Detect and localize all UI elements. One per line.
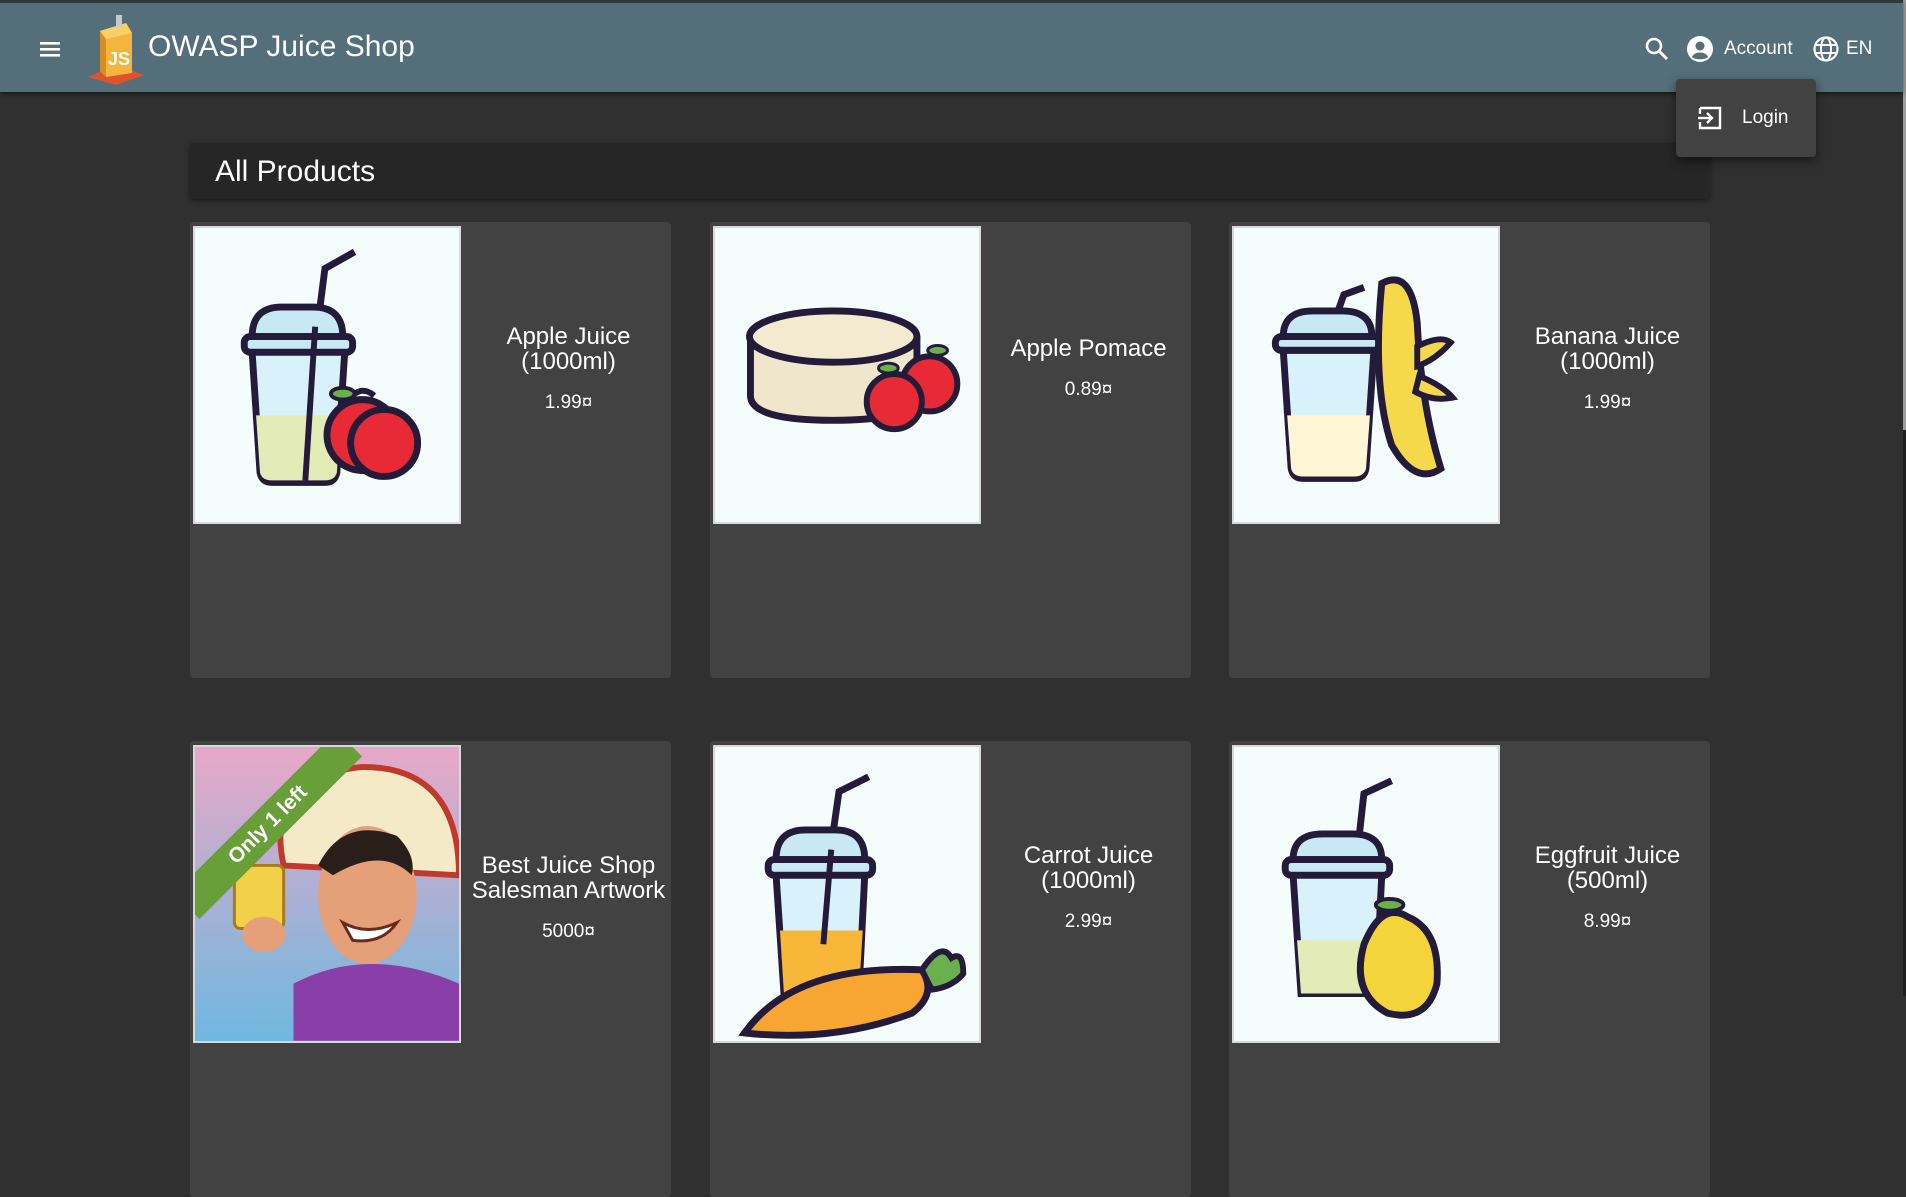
product-card-apple-juice[interactable]: Apple Juice (1000ml) 1.99¤ [190,222,671,678]
product-card-carrot-juice[interactable]: Carrot Juice (1000ml) 2.99¤ [710,741,1191,1197]
product-info: Apple Pomace 0.89¤ [986,336,1191,402]
product-name: Banana Juice (1000ml) [1534,323,1681,375]
search-button[interactable] [1644,36,1670,62]
product-price: 1.99¤ [544,392,593,413]
product-info: Carrot Juice (1000ml) 2.99¤ [986,843,1191,934]
product-card-banana-juice[interactable]: Banana Juice (1000ml) 1.99¤ [1229,222,1710,678]
account-button[interactable]: Account [1686,31,1793,67]
product-price: 0.89¤ [1064,379,1113,400]
product-name: Best Juice Shop Salesman Artwork [471,852,666,904]
globe-icon [1813,36,1839,62]
app-title[interactable]: OWASP Juice Shop [148,30,415,64]
login-menu-item[interactable]: Login [1676,79,1816,157]
product-info: Banana Juice (1000ml) 1.99¤ [1505,324,1710,415]
menu-icon [40,42,60,57]
page-title: All Products [215,155,376,188]
banana-juice-image [1232,226,1500,524]
product-name: Apple Juice (1000ml) [506,323,631,375]
top-toolbar: JS OWASP Juice Shop Account EN [0,0,1903,92]
product-card-apple-pomace[interactable]: Apple Pomace 0.89¤ [710,222,1191,678]
svg-text:JS: JS [108,49,130,69]
product-card-eggfruit-juice[interactable]: Eggfruit Juice (500ml) 8.99¤ [1229,741,1710,1197]
product-price: 2.99¤ [1064,911,1113,932]
product-price: 1.99¤ [1583,392,1632,413]
language-label: EN [1846,38,1873,59]
search-icon [1645,37,1669,61]
product-price: 8.99¤ [1583,911,1632,932]
product-name: Carrot Juice (1000ml) [1023,842,1154,894]
product-info: Best Juice Shop Salesman Artwork 5000¤ [466,853,671,944]
apple-pomace-image [713,226,981,524]
product-name: Apple Pomace [1010,335,1167,362]
login-label: Login [1742,107,1789,128]
menu-button[interactable] [30,29,70,69]
carrot-juice-image [713,745,981,1043]
login-icon [1698,106,1722,130]
product-price: 5000¤ [542,921,595,942]
product-name: Eggfruit Juice (500ml) [1534,842,1681,894]
account-circle-icon [1687,36,1713,62]
products-header: All Products [190,143,1710,199]
juice-shop-logo[interactable]: JS [86,13,148,85]
language-button[interactable]: EN [1812,31,1872,67]
eggfruit-juice-image [1232,745,1500,1043]
account-label: Account [1724,38,1793,59]
product-info: Eggfruit Juice (500ml) 8.99¤ [1505,843,1710,934]
apple-juice-image [193,226,461,524]
product-info: Apple Juice (1000ml) 1.99¤ [466,324,671,415]
product-card-salesman-artwork[interactable]: Only 1 left Best Juice Shop Salesman Art… [190,741,671,1197]
salesman-artwork-image: Only 1 left [193,745,461,1043]
